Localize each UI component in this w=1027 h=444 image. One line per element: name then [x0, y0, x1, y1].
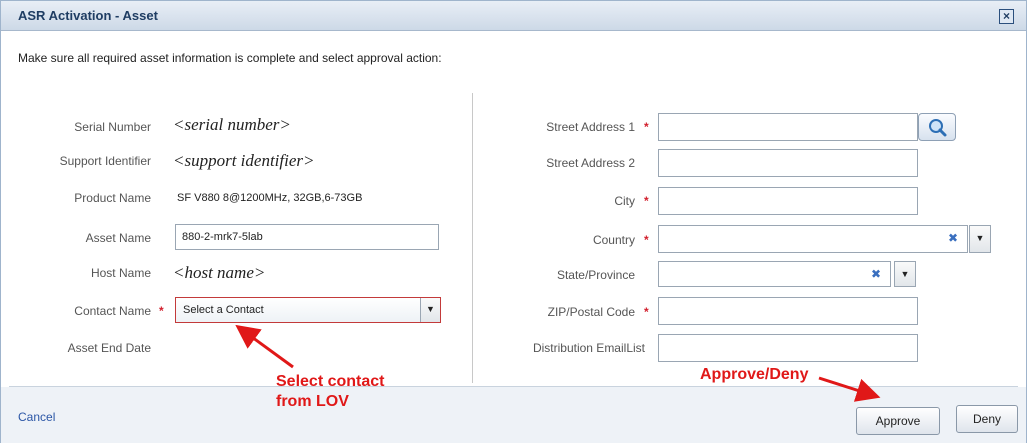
- select-contact-annotation: Select contact from LOV: [276, 372, 384, 412]
- annotation-arrows: [235, 324, 881, 402]
- select-contact-annotation-line1: Select contact: [276, 373, 385, 390]
- approve-deny-arrow: [818, 376, 881, 402]
- select-contact-arrow: [235, 324, 294, 369]
- asr-activation-dialog: ASR Activation - Asset × Make sure all r…: [0, 0, 1027, 443]
- approve-deny-annotation: Approve/Deny: [700, 366, 809, 383]
- select-contact-annotation-line2: from LOV: [276, 393, 349, 410]
